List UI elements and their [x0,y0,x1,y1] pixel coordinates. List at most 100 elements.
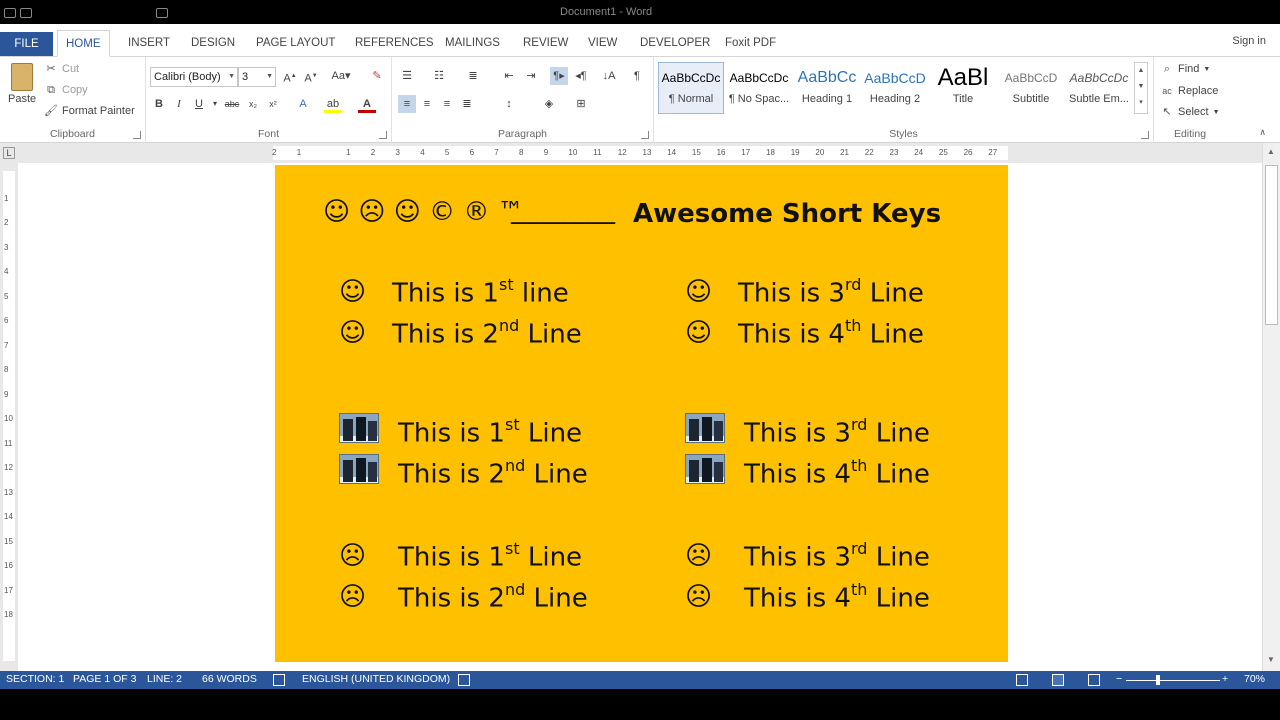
zoom-slider[interactable] [1126,680,1220,681]
status-section[interactable]: SECTION: 1 [6,673,64,685]
penguin-image[interactable] [339,413,379,443]
style-title[interactable]: AaBl Title [930,62,996,114]
tab-file[interactable]: FILE [0,32,53,56]
style-heading-1[interactable]: AaBbCc Heading 1 [794,62,860,114]
tab-design[interactable]: DESIGN [183,30,243,57]
web-layout-icon[interactable] [1088,674,1100,686]
replace-button[interactable]: ac Replace [1160,84,1218,98]
style-heading-2[interactable]: AaBbCcD Heading 2 [862,62,928,114]
borders-icon[interactable]: ⊞ [572,95,590,113]
ruler-tick: 2 [272,148,277,157]
numbering-icon[interactable]: ☷ [430,67,448,85]
tab-selector-icon[interactable]: L [3,147,15,159]
strikethrough-button[interactable]: abc [223,95,241,113]
tab-insert[interactable]: INSERT [120,30,178,57]
format-painter-button[interactable]: 🖌 Format Painter [44,104,135,118]
grow-font-button[interactable]: A▲ [281,67,299,85]
chevron-down-icon[interactable]: ▾ [206,95,224,113]
vruler-tick: 13 [4,487,13,497]
text-effects-icon[interactable]: A [294,95,312,113]
scroll-thumb[interactable] [1265,165,1278,325]
style-subtitle[interactable]: AaBbCcD Subtitle [998,62,1064,114]
rtl-icon[interactable]: ◂¶ [572,67,590,85]
word-icon[interactable] [4,8,16,18]
line-spacing-icon[interactable]: ↕ [500,95,518,113]
style-no-spacing[interactable]: AaBbCcDc ¶ No Spac... [726,62,792,114]
tab-review[interactable]: REVIEW [515,30,576,57]
style-subtle-emphasis[interactable]: AaBbCcDc Subtle Em... [1066,62,1132,114]
tab-references[interactable]: REFERENCES [347,30,442,57]
customize-qat-icon[interactable] [156,8,168,18]
change-case-button[interactable]: Aa▾ [328,67,354,85]
bold-button[interactable]: B [150,95,168,113]
font-color-icon[interactable]: A [358,95,376,113]
increase-indent-icon[interactable]: ⇥ [522,67,540,85]
styles-scroll-icon[interactable]: ▲ ▼ ▾ [1134,62,1148,114]
save-icon[interactable] [20,8,32,18]
find-button[interactable]: ⌕ Find ▼ [1160,62,1210,76]
tab-developer[interactable]: DEVELOPER [632,30,718,57]
zoom-out-icon[interactable]: − [1116,673,1122,685]
print-layout-icon[interactable] [1052,674,1064,686]
cut-button[interactable]: ✂ Cut [44,62,79,76]
tab-home[interactable]: HOME [57,30,110,57]
status-language[interactable]: ENGLISH (UNITED KINGDOM) [302,673,450,685]
ruler-tick: 26 [963,148,973,157]
font-size-select[interactable]: 3 ▼ [238,67,276,87]
tab-view[interactable]: VIEW [580,30,625,57]
status-page[interactable]: PAGE 1 OF 3 [73,673,136,685]
font-group-label: Font [257,128,279,140]
scroll-up-icon[interactable]: ▲ [1267,147,1275,156]
select-button[interactable]: ↖ Select ▼ [1160,105,1219,119]
replace-label: Replace [1178,85,1219,97]
align-right-icon[interactable]: ≡ [438,95,456,113]
collapse-ribbon-icon[interactable]: ∧ [1259,127,1266,138]
vertical-scrollbar[interactable]: ▲ ▼ [1262,143,1280,671]
status-words[interactable]: 66 WORDS [202,673,257,685]
macro-icon[interactable] [458,674,470,686]
font-launcher-icon[interactable] [379,131,387,139]
multilevel-list-icon[interactable]: ≣ [464,67,482,85]
line-text: Line [519,319,582,350]
read-mode-icon[interactable] [1016,674,1028,686]
italic-button[interactable]: I [170,95,188,113]
copy-button[interactable]: ⧉ Copy [44,83,88,97]
penguin-image[interactable] [685,454,725,484]
decrease-indent-icon[interactable]: ⇤ [500,67,518,85]
zoom-level[interactable]: 70% [1244,673,1265,685]
status-line[interactable]: LINE: 2 [147,673,182,685]
paragraph-launcher-icon[interactable] [641,131,649,139]
scroll-down-icon[interactable]: ▼ [1267,655,1275,664]
clear-formatting-icon[interactable]: ✎ [368,67,386,85]
styles-launcher-icon[interactable] [1141,131,1149,139]
frown-icon: ☹ [685,541,713,571]
zoom-slider-thumb[interactable] [1156,675,1160,685]
horizontal-ruler[interactable]: L 2 1 1 2 3 4 5 6 7 8 9 10 11 12 13 14 15 16 17 18 19 20 21 22 2… [0,143,1280,163]
show-hide-icon[interactable]: ¶ [628,67,646,85]
tab-page-layout[interactable]: PAGE LAYOUT [248,30,343,57]
vertical-ruler[interactable]: 1 2 3 4 5 6 7 8 9 10 11 12 13 14 15 16 17 18 [0,163,18,671]
justify-icon[interactable]: ≣ [458,95,476,113]
highlight-icon[interactable]: ab [324,95,342,113]
tab-mailings[interactable]: MAILINGS [437,30,508,57]
penguin-image[interactable] [685,413,725,443]
zoom-in-icon[interactable]: + [1222,673,1228,685]
sort-icon[interactable]: ↓A [600,67,618,85]
align-left-icon[interactable]: ≡ [398,95,416,113]
sign-in-link[interactable]: Sign in [1232,35,1266,47]
font-name-select[interactable]: Calibri (Body) ▼ [150,67,238,87]
superscript-button[interactable]: x² [264,95,282,113]
bullets-icon[interactable]: ☰ [398,67,416,85]
document-page[interactable]: ☺ ☹ ☺ © ® ™ ________ Awesome Short Keys … [275,165,1008,662]
subscript-button[interactable]: x₂ [244,95,262,113]
clipboard-launcher-icon[interactable] [133,131,141,139]
tab-foxit-pdf[interactable]: Foxit PDF [717,30,784,57]
penguin-image[interactable] [339,454,379,484]
shrink-font-button[interactable]: A▼ [302,67,320,85]
shading-icon[interactable]: ◈ [540,95,558,113]
ltr-icon[interactable]: ¶▸ [550,67,568,85]
paste-button[interactable]: Paste [8,63,36,105]
proofing-icon[interactable] [273,674,285,686]
align-center-icon[interactable]: ≡ [418,95,436,113]
style-normal[interactable]: AaBbCcDc ¶ Normal [658,62,724,114]
